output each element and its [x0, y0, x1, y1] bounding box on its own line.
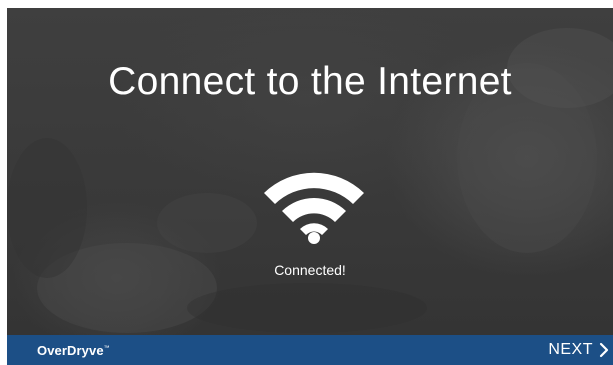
- setup-screen: Connect to the Internet Connected! OverD…: [7, 8, 613, 365]
- overdryve-logo: OverDryve™: [37, 343, 110, 358]
- connection-status: Connected!: [274, 262, 346, 278]
- wifi-icon: [264, 172, 364, 244]
- page-title: Connect to the Internet: [108, 60, 512, 103]
- logo-text: OverDryve: [37, 343, 104, 358]
- next-button[interactable]: NEXT: [548, 338, 609, 362]
- chevron-right-icon: [599, 342, 609, 358]
- footer-bar: OverDryve™ NEXT: [7, 335, 613, 365]
- trademark-mark: ™: [103, 345, 110, 352]
- next-button-label: NEXT: [548, 341, 593, 358]
